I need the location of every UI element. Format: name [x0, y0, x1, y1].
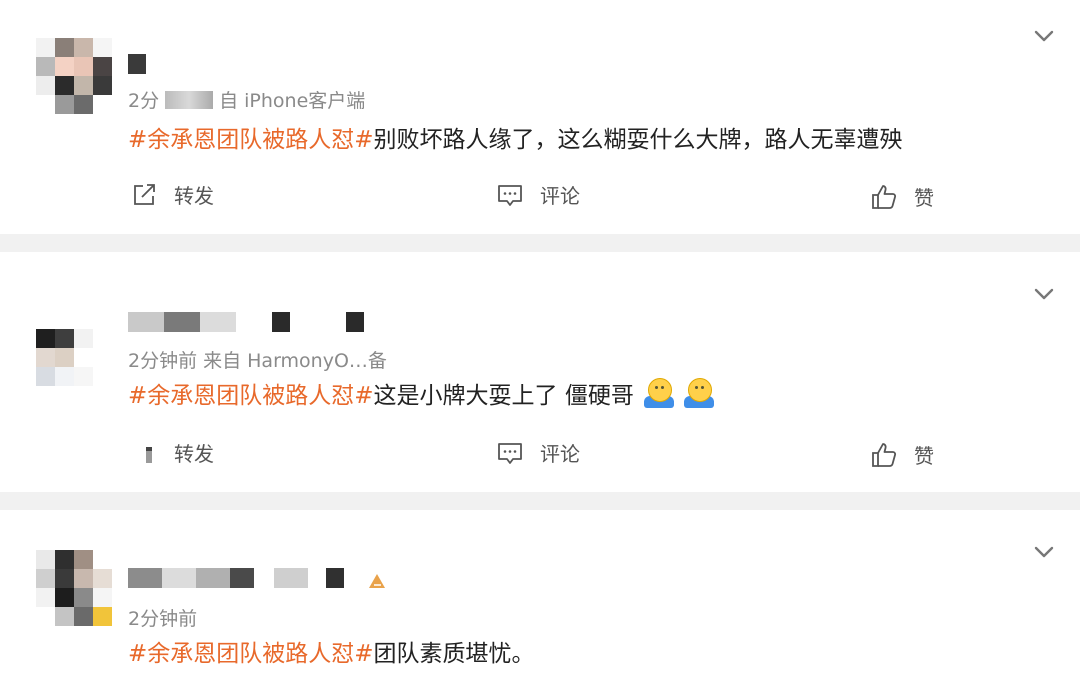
post-meta: 2分钟前 [128, 604, 203, 631]
repost-button[interactable]: 转发 [130, 438, 214, 467]
repost-button[interactable]: 转发 [130, 180, 214, 209]
post-text: 这是小牌大耍上了 僵硬哥 [373, 383, 634, 409]
topic-link[interactable]: #余承恩团队被路人怼# [128, 634, 374, 668]
username-blurred[interactable] [128, 54, 146, 76]
shrug-emoji-icon [643, 378, 674, 408]
comment-label: 评论 [540, 442, 580, 466]
chevron-down-icon[interactable] [1032, 282, 1056, 306]
badge-icon [369, 574, 385, 588]
post-3: 2分钟前 #余承恩团队被路人怼# 团队素质堪忧。 [0, 510, 1080, 680]
post-meta: 2分钟前 来自 HarmonyO…备 [128, 346, 387, 373]
post-separator [0, 492, 1080, 510]
post-source: 自 iPhone客户端 [219, 90, 366, 112]
like-label: 赞 [914, 186, 934, 210]
thumbs-up-icon [872, 442, 897, 467]
topic-link[interactable]: #余承恩团队被路人怼# [128, 376, 374, 410]
share-icon [146, 446, 152, 463]
action-bar: 转发 评论 赞 [0, 438, 1080, 478]
post-2: 2分钟前 来自 HarmonyO…备 #余承恩团队被路人怼# 这是小牌大耍上了 … [0, 252, 1080, 490]
avatar[interactable] [36, 38, 112, 114]
post-content: #余承恩团队被路人怼# 团队素质堪忧。 [128, 634, 535, 668]
post-content: #余承恩团队被路人怼# 别败坏路人缘了，这么糊耍什么大牌，路人无辜遭殃 [128, 120, 903, 154]
action-bar: 转发 评论 赞 [0, 180, 1080, 220]
post-text: 团队素质堪忧。 [373, 641, 535, 667]
comment-label: 评论 [540, 184, 580, 208]
like-button[interactable]: 赞 [870, 182, 934, 211]
post-source: 来自 HarmonyO…备 [203, 350, 387, 372]
comment-icon [498, 184, 522, 206]
post-1: 2分 自 iPhone客户端 #余承恩团队被路人怼# 别败坏路人缘了，这么糊耍什… [0, 0, 1080, 232]
avatar[interactable] [36, 550, 112, 626]
like-button[interactable]: 赞 [870, 440, 934, 469]
avatar[interactable] [36, 310, 112, 386]
username-blurred[interactable] [128, 312, 364, 334]
comment-icon [498, 442, 522, 464]
blurred-text [165, 90, 214, 109]
post-time: 2分钟前 [128, 350, 198, 372]
thumbs-up-icon [872, 184, 897, 209]
repost-label: 转发 [174, 442, 214, 466]
like-label: 赞 [914, 444, 934, 468]
post-time: 2分钟前 [128, 608, 198, 630]
post-text: 别败坏路人缘了，这么糊耍什么大牌，路人无辜遭殃 [373, 127, 903, 153]
share-icon [134, 183, 155, 205]
post-time: 2分 [128, 90, 160, 112]
post-meta: 2分 自 iPhone客户端 [128, 86, 365, 113]
chevron-down-icon[interactable] [1032, 540, 1056, 564]
shrug-emoji-icon [683, 378, 714, 408]
topic-link[interactable]: #余承恩团队被路人怼# [128, 120, 374, 154]
username-blurred[interactable] [128, 568, 344, 590]
post-content: #余承恩团队被路人怼# 这是小牌大耍上了 僵硬哥 [128, 376, 714, 410]
chevron-down-icon[interactable] [1032, 24, 1056, 48]
repost-label: 转发 [174, 184, 214, 208]
comment-button[interactable]: 评论 [496, 438, 580, 467]
post-separator [0, 234, 1080, 252]
comment-button[interactable]: 评论 [496, 180, 580, 209]
